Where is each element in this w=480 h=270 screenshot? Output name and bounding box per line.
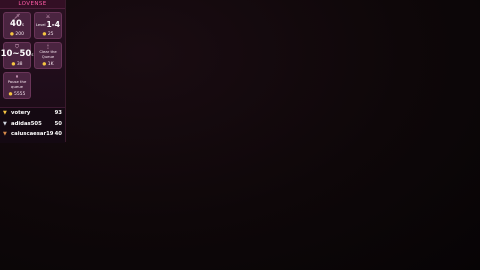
tip-option-clear-queue[interactable]: 🕯 Clear the Queue ● 1K	[34, 42, 62, 69]
tip-option-level-1-4[interactable]: ⚔ Level 1-4 ● 25	[34, 12, 62, 39]
leaderboard-score: 50	[54, 120, 62, 127]
tip-option-price: ● 1K	[42, 62, 54, 67]
tip-option-value: 40s	[10, 19, 24, 29]
tip-option-mini-label: Level	[35, 22, 46, 27]
tip-option-value: 1-4	[46, 20, 61, 29]
coin-icon: ●	[10, 32, 14, 37]
coin-icon: ●	[8, 92, 13, 97]
gem-gold-icon: ▼	[3, 110, 7, 117]
tip-option-price: ● 5555	[8, 92, 26, 97]
leaderboard-username: adidas505	[11, 120, 42, 127]
leaderboard-row[interactable]: ▼ votery 93	[0, 108, 65, 119]
tip-option-random-10-50s[interactable]: ⛉ 10~50s ● 38	[0, 42, 34, 69]
top-tippers-leaderboard: ▼ votery 93 ▼ adidas505 50 ▼ caiuscaesar…	[0, 107, 65, 143]
tip-option-price: ● 200	[10, 32, 24, 37]
lovense-brand-header: LOVENSE	[0, 0, 65, 9]
leaderboard-username: votery	[11, 110, 31, 117]
tip-options-grid: 🗡 40s ● 200 ⚔ Level 1-4 ● 25 ⛉ 10~50s ● …	[0, 9, 65, 99]
coin-icon: ●	[11, 62, 16, 67]
tip-option-label: Clear the Queue	[39, 49, 57, 59]
leaderboard-score: 93	[54, 110, 62, 117]
coin-icon: ●	[42, 32, 47, 37]
tip-option-vibe-40s[interactable]: 🗡 40s ● 200	[3, 12, 31, 39]
tip-option-label: Pause the queue	[7, 79, 27, 89]
leaderboard-username: caiuscaesar19	[11, 131, 54, 138]
tip-option-combo: Level 1-4	[36, 20, 60, 29]
tip-option-value: 10~50s	[0, 49, 34, 59]
gem-bronze-icon: ▼	[3, 131, 7, 138]
leaderboard-row[interactable]: ▼ caiuscaesar19 40	[0, 129, 65, 140]
tip-option-price: ● 38	[11, 62, 23, 67]
leaderboard-row[interactable]: ▼ adidas505 50	[0, 119, 65, 130]
coin-icon: ●	[42, 62, 47, 67]
leaderboard-score: 40	[54, 131, 62, 138]
tip-option-pause-queue[interactable]: ⏸ Pause the queue ● 5555	[3, 72, 31, 99]
gem-silver-icon: ▼	[3, 120, 7, 127]
lovense-tip-menu-panel: LOVENSE 🗡 40s ● 200 ⚔ Level 1-4 ● 25 ⛉ 1…	[0, 0, 66, 143]
tip-option-price: ● 25	[42, 32, 54, 37]
